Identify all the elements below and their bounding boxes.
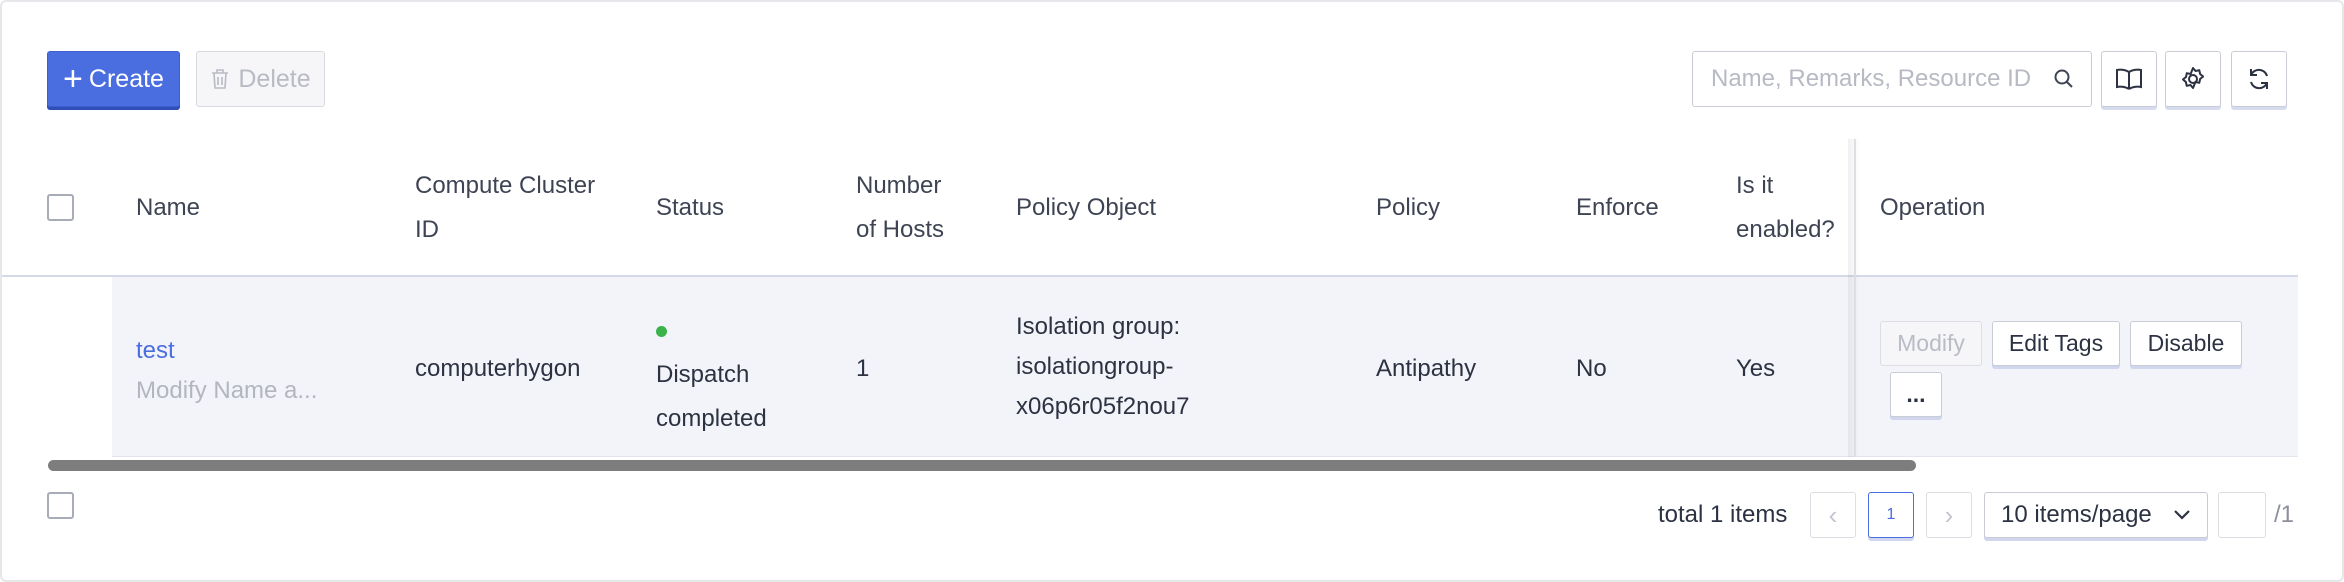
row-enabled: Yes [1736, 355, 1776, 382]
chevron-left-icon: ‹ [1828, 499, 1838, 530]
header-cluster-id: Compute Cluster ID [415, 164, 595, 252]
header-policy-object: Policy Object [1016, 194, 1157, 221]
header-enabled-line2: enabled? [1736, 216, 1835, 243]
chevron-down-icon [2174, 510, 2190, 520]
header-enabled-line1: Is it [1736, 172, 1774, 199]
header-policy: Policy [1376, 194, 1441, 221]
page-1-button[interactable]: 1 [1868, 492, 1914, 538]
operation-column-shadow [1848, 139, 1860, 457]
horizontal-scrollbar[interactable] [48, 460, 1916, 471]
row-name-link[interactable]: test [136, 329, 175, 373]
book-icon [2116, 68, 2142, 90]
select-all-checkbox[interactable] [47, 194, 74, 221]
create-button[interactable]: + Create [47, 51, 180, 107]
settings-button[interactable] [2165, 51, 2221, 107]
gear-icon [2182, 67, 2205, 89]
more-actions-button[interactable]: ... [1890, 372, 1942, 417]
row-policy-object-line1: Isolation group: [1016, 313, 1181, 340]
row-policy-object-line2: isolationgroup- [1016, 353, 1174, 380]
create-button-label: Create [88, 64, 164, 93]
modify-button[interactable]: Modify [1880, 321, 1982, 366]
row-hosts: 1 [856, 355, 870, 382]
search-icon[interactable] [2053, 68, 2075, 90]
delete-button[interactable]: Delete [196, 51, 325, 107]
row-policy-object: Isolation group: isolationgroup- x06p6r0… [1016, 307, 1189, 427]
row-cluster-id: computerhygon [415, 355, 581, 382]
edit-tags-button[interactable]: Edit Tags [1992, 321, 2120, 366]
refresh-button[interactable] [2231, 51, 2287, 107]
search-input[interactable] [1709, 64, 2053, 94]
page-size-select[interactable]: 10 items/page [1984, 492, 2208, 538]
row-checkbox-cell [2, 277, 112, 457]
header-cluster-id-line1: Compute Cluster [415, 172, 596, 199]
prev-page-button[interactable]: ‹ [1810, 492, 1856, 538]
header-cluster-id-line2: ID [415, 216, 439, 243]
row-status-line2: completed [656, 405, 767, 432]
row-status: Dispatch completed [656, 309, 767, 441]
header-name: Name [136, 194, 201, 221]
header-status: Status [656, 194, 725, 221]
row-enforce: No [1576, 355, 1607, 382]
chevron-right-icon: › [1944, 499, 1954, 530]
row-status-line1: Dispatch [656, 361, 750, 388]
panel: + Create Delete Name, Remarks, Resource … [0, 0, 2344, 582]
total-pages: /1 [2274, 501, 2295, 528]
plus-icon: + [63, 60, 83, 98]
row-remark[interactable]: Modify Name a... [136, 369, 317, 413]
search-box[interactable] [1692, 51, 2092, 107]
disable-button[interactable]: Disable [2130, 321, 2242, 366]
docs-button[interactable] [2101, 51, 2157, 107]
header-hosts-line1: Number [856, 172, 942, 199]
trash-icon [212, 69, 229, 89]
refresh-icon [2250, 68, 2268, 90]
row-checkbox[interactable] [47, 492, 74, 519]
header-enabled: Is it enabled? [1736, 164, 1835, 252]
header-enforce: Enforce [1576, 194, 1659, 221]
next-page-button[interactable]: › [1926, 492, 1972, 538]
row-policy-object-line3: x06p6r05f2nou7 [1016, 393, 1190, 420]
pagination-total: total 1 items [1658, 501, 1788, 528]
table-header: Name Compute Cluster ID Status Number of… [2, 139, 2298, 277]
status-dot-icon [656, 325, 667, 337]
header-hosts-line2: of Hosts [856, 216, 945, 243]
header-hosts: Number of Hosts [856, 164, 944, 252]
page-jump-input[interactable] [2218, 492, 2266, 538]
delete-button-label: Delete [238, 64, 311, 93]
header-operation: Operation [1880, 194, 1986, 221]
page-size-value: 10 items/page [2001, 501, 2152, 528]
row-policy: Antipathy [1376, 355, 1477, 382]
